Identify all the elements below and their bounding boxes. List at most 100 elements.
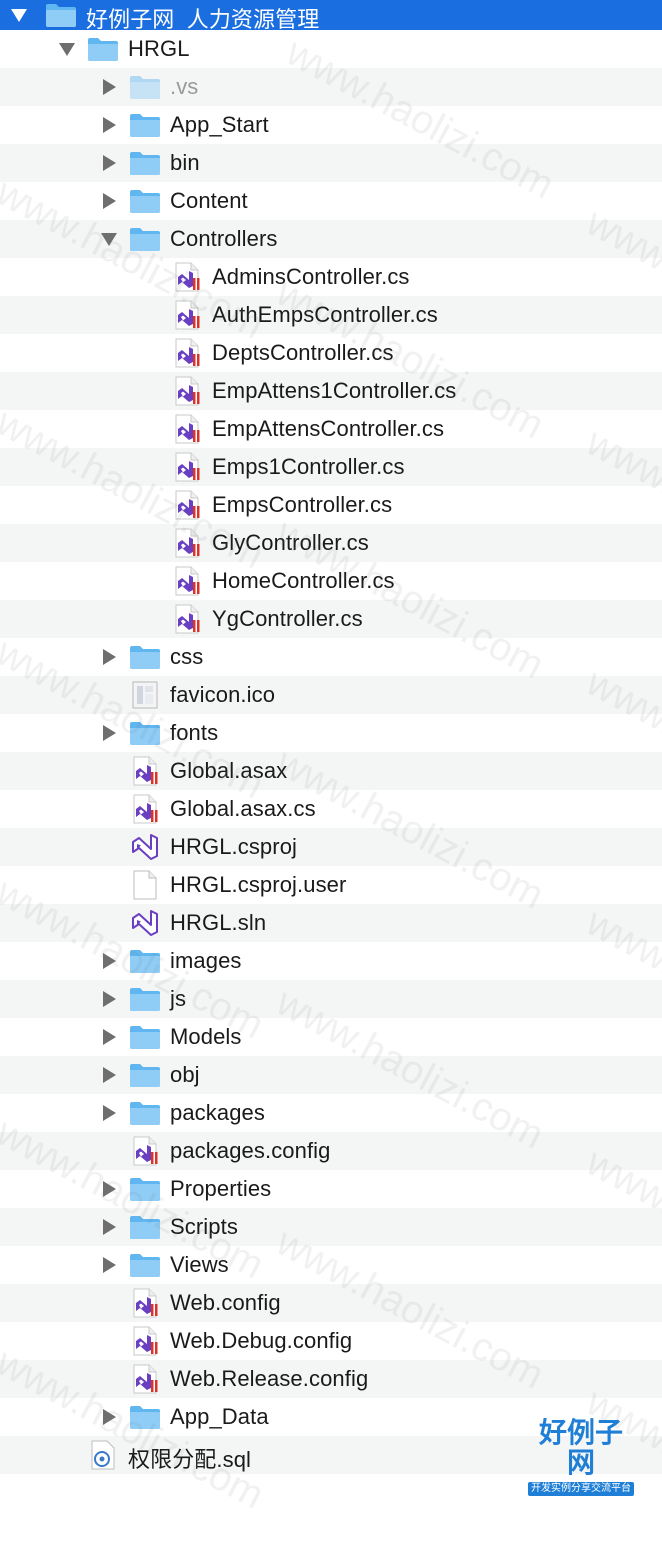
tree-file-adminscontroller-cs[interactable]: AdminsController.cs [0,258,662,296]
sql-file-icon [86,1438,120,1472]
folder-icon [128,1210,162,1244]
tree-item-label: HRGL.sln [170,910,267,935]
tree-file-web-config[interactable]: Web.config [0,1284,662,1322]
tree-folder-obj[interactable]: obj [0,1056,662,1094]
logo-tagline: 开发实例分享交流平台 [528,1482,634,1496]
tree-folder-fonts[interactable]: fonts [0,714,662,752]
tree-folder-scripts[interactable]: Scripts [0,1208,662,1246]
disclosure-closed-icon[interactable] [98,1178,120,1200]
tree-item-label: YgController.cs [212,606,363,631]
disclosure-closed-icon[interactable] [98,722,120,744]
tree-item-label: HRGL.csproj.user [170,872,347,897]
tree-item-label: 权限分配.sql [128,1447,252,1472]
visual-studio-file-icon [170,564,204,598]
disclosure-closed-icon[interactable] [98,1216,120,1238]
disclosure-closed-icon[interactable] [98,114,120,136]
tree-folder-properties[interactable]: Properties [0,1170,662,1208]
folder-icon [44,0,78,32]
disclosure-closed-icon[interactable] [98,152,120,174]
folder-icon [128,108,162,142]
disclosure-closed-icon[interactable] [98,1026,120,1048]
tree-file-empscontroller-cs[interactable]: EmpsController.cs [0,486,662,524]
visual-studio-file-icon [170,488,204,522]
disclosure-closed-icon[interactable] [98,76,120,98]
folder-icon [128,146,162,180]
disclosure-closed-icon[interactable] [98,1406,120,1428]
tree-file-ygcontroller-cs[interactable]: YgController.cs [0,600,662,638]
tree-file-hrgl-sln[interactable]: HRGL.sln [0,904,662,942]
tree-item-label: GlyController.cs [212,530,369,555]
tree-item-label: Controllers [170,226,278,251]
tree-item-label: Properties [170,1176,272,1201]
tree-file-emps1controller-cs[interactable]: Emps1Controller.cs [0,448,662,486]
tree-folder-好例子网-人力资源管理[interactable]: 好例子网_人力资源管理 [0,0,662,32]
folder-icon [128,1096,162,1130]
tree-file-authempscontroller-cs[interactable]: AuthEmpsController.cs [0,296,662,334]
tree-item-label: Views [170,1252,229,1277]
visual-studio-file-icon [128,754,162,788]
tree-file-deptscontroller-cs[interactable]: DeptsController.cs [0,334,662,372]
tree-file-global-asax[interactable]: Global.asax [0,752,662,790]
folder-icon [128,184,162,218]
tree-file-hrgl-csproj-user[interactable]: HRGL.csproj.user [0,866,662,904]
tree-item-label: packages.config [170,1138,331,1163]
disclosure-closed-icon[interactable] [98,190,120,212]
folder-icon [128,70,162,104]
tree-folder-packages[interactable]: packages [0,1094,662,1132]
disclosure-closed-icon[interactable] [98,1102,120,1124]
tree-file-packages-config[interactable]: packages.config [0,1132,662,1170]
tree-file-web-debug-config[interactable]: Web.Debug.config [0,1322,662,1360]
tree-item-label: EmpsController.cs [212,492,393,517]
folder-icon [128,1020,162,1054]
tree-folder-images[interactable]: images [0,942,662,980]
folder-icon [128,1400,162,1434]
disclosure-closed-icon[interactable] [98,1064,120,1086]
folder-icon [128,1248,162,1282]
tree-folder-models[interactable]: Models [0,1018,662,1056]
visual-studio-file-icon [128,792,162,826]
tree-folder-vs[interactable]: .vs [0,68,662,106]
visual-studio-file-icon [128,1134,162,1168]
visual-studio-file-icon [128,1362,162,1396]
tree-folder-hrgl[interactable]: HRGL [0,30,662,68]
disclosure-closed-icon[interactable] [98,988,120,1010]
tree-folder-bin[interactable]: bin [0,144,662,182]
tree-file-homecontroller-cs[interactable]: HomeController.cs [0,562,662,600]
disclosure-closed-icon[interactable] [98,1254,120,1276]
tree-file-权限分配-sql[interactable]: 权限分配.sql [0,1436,662,1474]
tree-item-label: HomeController.cs [212,568,395,593]
folder-icon [128,640,162,674]
tree-folder-js[interactable]: js [0,980,662,1018]
disclosure-closed-icon[interactable] [98,950,120,972]
tree-folder-app-data[interactable]: App_Data [0,1398,662,1436]
visual-studio-file-icon [170,298,204,332]
tree-file-hrgl-csproj[interactable]: HRGL.csproj [0,828,662,866]
visual-studio-project-icon [128,906,162,940]
tree-file-global-asax-cs[interactable]: Global.asax.cs [0,790,662,828]
visual-studio-project-icon [128,830,162,864]
tree-item-label: obj [170,1062,200,1087]
disclosure-closed-icon[interactable] [98,646,120,668]
visual-studio-file-icon [170,260,204,294]
visual-studio-file-icon [170,602,204,636]
folder-icon [128,982,162,1016]
tree-folder-app-start[interactable]: App_Start [0,106,662,144]
tree-folder-controllers[interactable]: Controllers [0,220,662,258]
folder-icon [128,944,162,978]
tree-item-label: Content [170,188,248,213]
tree-file-glycontroller-cs[interactable]: GlyController.cs [0,524,662,562]
tree-folder-views[interactable]: Views [0,1246,662,1284]
tree-file-empattens1controller-cs[interactable]: EmpAttens1Controller.cs [0,372,662,410]
tree-file-empattenscontroller-cs[interactable]: EmpAttensController.cs [0,410,662,448]
disclosure-open-icon[interactable] [98,228,120,250]
tree-item-label: Global.asax.cs [170,796,316,821]
tree-folder-content[interactable]: Content [0,182,662,220]
folder-icon [128,1058,162,1092]
tree-file-web-release-config[interactable]: Web.Release.config [0,1360,662,1398]
folder-icon [128,222,162,256]
tree-file-favicon-ico[interactable]: favicon.ico [0,676,662,714]
disclosure-open-icon[interactable] [56,38,78,60]
tree-item-label: Scripts [170,1214,238,1239]
disclosure-open-icon[interactable] [8,4,30,26]
tree-folder-css[interactable]: css [0,638,662,676]
